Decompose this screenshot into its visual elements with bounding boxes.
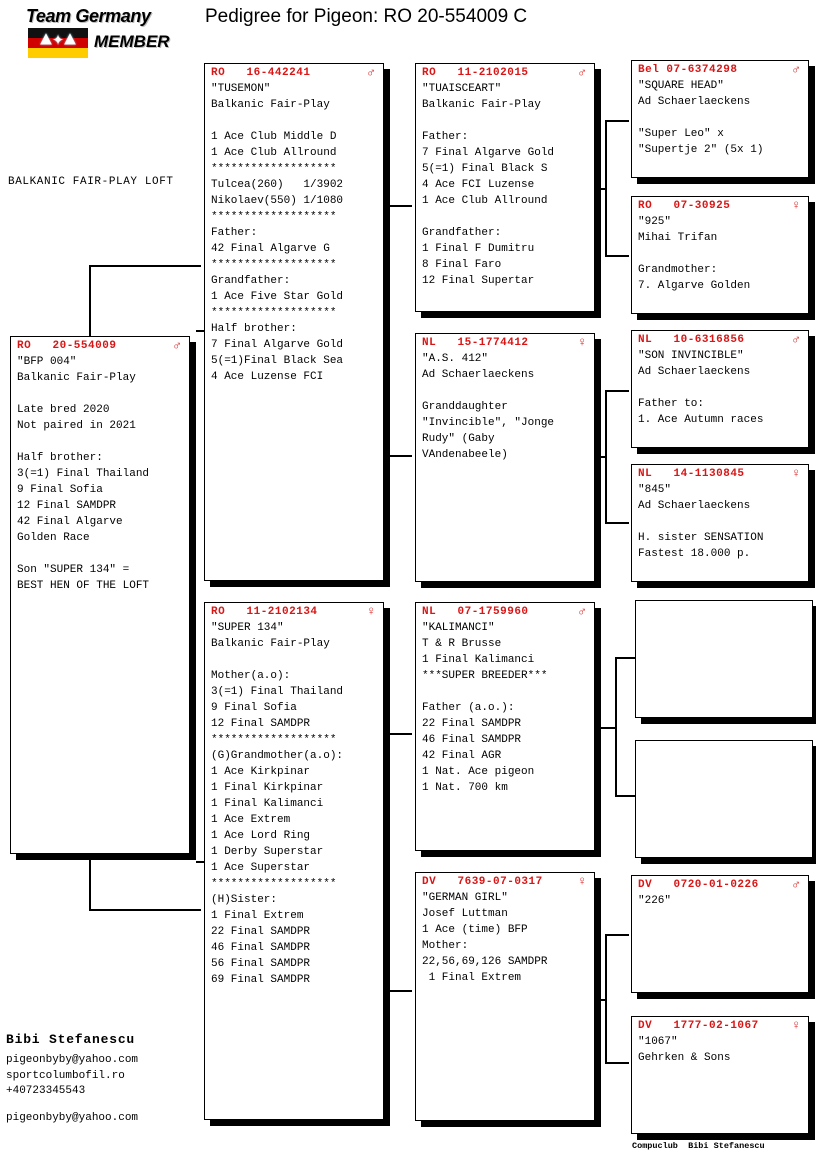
connector <box>384 455 412 457</box>
card-header: RO 11-2102134 ♀ <box>205 603 383 618</box>
card-great-grandfather-4[interactable]: DV 0720-01-0226 ♂ "226" <box>631 875 809 993</box>
contact-email-secondary[interactable]: pigeonbyby@yahoo.com <box>6 1111 206 1127</box>
card-body: "A.S. 412" Ad Schaerlaeckens Granddaught… <box>416 349 594 467</box>
sex-symbol-male: ♂ <box>578 606 588 617</box>
card-body: "SON INVINCIBLE" Ad Schaerlaeckens Fathe… <box>632 346 808 432</box>
card-header: NL 14-1130845 ♀ <box>632 465 808 480</box>
ring-number: RO 11-2102015 <box>422 67 529 79</box>
sex-symbol-male: ♂ <box>578 67 588 78</box>
card-mother[interactable]: RO 11-2102134 ♀ "SUPER 134" Balkanic Fai… <box>204 602 384 1120</box>
sex-symbol-male: ♂ <box>173 340 183 351</box>
card-header: DV 1777-02-1067 ♀ <box>632 1017 808 1032</box>
ring-number: RO 16-442241 <box>211 67 310 79</box>
sex-symbol-female: ♀ <box>792 468 802 479</box>
ring-number: DV 0720-01-0226 <box>638 879 759 891</box>
sex-symbol-female: ♀ <box>792 200 802 211</box>
card-header: NL 10-6316856 ♂ <box>632 331 808 346</box>
logo-team-text: Team Germany <box>26 6 151 27</box>
card-body: "1067" Gehrken & Sons <box>632 1032 808 1070</box>
eagle-icon: ▲✦▲ <box>32 30 84 52</box>
card-body: "BFP 004" Balkanic Fair-Play Late bred 2… <box>11 352 189 598</box>
card-header: DV 7639-07-0317 ♀ <box>416 873 594 888</box>
connector <box>599 727 616 729</box>
owner-name: Bibi Stefanescu <box>6 1032 206 1047</box>
pedigree-page: Team Germany ▲✦▲ MEMBER Pedigree for Pig… <box>0 0 816 1172</box>
connector <box>615 657 635 659</box>
connector <box>384 990 412 992</box>
connector <box>89 265 201 267</box>
connector <box>605 120 629 122</box>
ring-number: NL 14-1130845 <box>638 468 745 480</box>
ring-number: DV 1777-02-1067 <box>638 1020 759 1032</box>
ring-number: NL 07-1759960 <box>422 606 529 618</box>
connector <box>615 795 635 797</box>
team-germany-logo: Team Germany ▲✦▲ MEMBER <box>8 4 188 62</box>
logo-member-text: MEMBER <box>94 32 170 52</box>
sex-symbol-female: ♀ <box>578 876 588 887</box>
card-maternal-grandmother[interactable]: DV 7639-07-0317 ♀ "GERMAN GIRL" Josef Lu… <box>415 872 595 1121</box>
ring-number: RO 07-30925 <box>638 200 730 212</box>
card-great-grandmother-2[interactable]: NL 14-1130845 ♀ "845" Ad Schaerlaeckens … <box>631 464 809 582</box>
ring-number: NL 10-6316856 <box>638 334 745 346</box>
sex-symbol-female: ♀ <box>792 1020 802 1031</box>
contact-website[interactable]: sportcolumbofil.ro <box>6 1069 206 1085</box>
card-great-grandfather-2[interactable]: NL 10-6316856 ♂ "SON INVINCIBLE" Ad Scha… <box>631 330 809 448</box>
sex-symbol-male: ♂ <box>792 879 802 890</box>
card-body: "226" <box>632 891 808 913</box>
card-body: "TUSEMON" Balkanic Fair-Play 1 Ace Club … <box>205 79 383 389</box>
ring-number: RO 11-2102134 <box>211 606 318 618</box>
connector <box>384 733 412 735</box>
card-body: "KALIMANCI" T & R Brusse 1 Final Kaliman… <box>416 618 594 800</box>
ring-number: RO 20-554009 <box>17 340 116 352</box>
card-header: NL 07-1759960 ♂ <box>416 603 594 618</box>
card-great-grandfather-3[interactable] <box>635 600 813 718</box>
card-header: Bel 07-6374298 ♂ <box>632 61 808 76</box>
card-body: "SQUARE HEAD" Ad Schaerlaeckens "Super L… <box>632 76 808 162</box>
ring-number: Bel 07-6374298 <box>638 64 737 76</box>
loft-name: BALKANIC FAIR-PLAY LOFT <box>8 176 174 188</box>
copyright-notice: Compuclub  Bibi Stefanescu <box>632 1141 765 1151</box>
card-body <box>636 604 812 610</box>
card-header: RO 20-554009 ♂ <box>11 337 189 352</box>
ring-number: NL 15-1774412 <box>422 337 529 349</box>
card-header: DV 0720-01-0226 ♂ <box>632 876 808 891</box>
card-great-grandfather-1[interactable]: Bel 07-6374298 ♂ "SQUARE HEAD" Ad Schaer… <box>631 60 809 178</box>
connector <box>605 390 629 392</box>
contact-email[interactable]: pigeonbyby@yahoo.com <box>6 1053 206 1069</box>
sex-symbol-female: ♀ <box>367 606 377 617</box>
card-paternal-grandmother[interactable]: NL 15-1774412 ♀ "A.S. 412" Ad Schaerlaec… <box>415 333 595 582</box>
connector <box>605 522 629 524</box>
card-father[interactable]: RO 16-442241 ♂ "TUSEMON" Balkanic Fair-P… <box>204 63 384 581</box>
connector <box>89 909 201 911</box>
sex-symbol-female: ♀ <box>578 337 588 348</box>
ring-number: DV 7639-07-0317 <box>422 876 543 888</box>
card-maternal-grandfather[interactable]: NL 07-1759960 ♂ "KALIMANCI" T & R Brusse… <box>415 602 595 851</box>
footer-contact: Bibi Stefanescu pigeonbyby@yahoo.com spo… <box>6 1032 206 1126</box>
card-paternal-grandfather[interactable]: RO 11-2102015 ♂ "TUAISCEART" Balkanic Fa… <box>415 63 595 312</box>
card-header: RO 11-2102015 ♂ <box>416 64 594 79</box>
connector <box>384 205 412 207</box>
sex-symbol-male: ♂ <box>367 67 377 78</box>
connector <box>605 1062 629 1064</box>
sex-symbol-male: ♂ <box>792 64 802 75</box>
contact-phone: +40723345543 <box>6 1084 206 1100</box>
card-body: "925" Mihai Trifan Grandmother: 7. Algar… <box>632 212 808 298</box>
card-body: "SUPER 134" Balkanic Fair-Play Mother(a.… <box>205 618 383 992</box>
card-header: NL 15-1774412 ♀ <box>416 334 594 349</box>
connector <box>605 255 629 257</box>
card-body <box>636 744 812 750</box>
card-body: "GERMAN GIRL" Josef Luttman 1 Ace (time)… <box>416 888 594 990</box>
card-header: RO 07-30925 ♀ <box>632 197 808 212</box>
card-great-grandmother-3[interactable] <box>635 740 813 858</box>
card-great-grandmother-4[interactable]: DV 1777-02-1067 ♀ "1067" Gehrken & Sons <box>631 1016 809 1134</box>
connector <box>605 934 629 936</box>
card-subject[interactable]: RO 20-554009 ♂ "BFP 004" Balkanic Fair-P… <box>10 336 190 854</box>
page-title: Pedigree for Pigeon: RO 20-554009 C <box>205 6 527 28</box>
card-body: "TUAISCEART" Balkanic Fair-Play Father: … <box>416 79 594 293</box>
card-body: "845" Ad Schaerlaeckens H. sister SENSAT… <box>632 480 808 566</box>
footer-spacer <box>6 1100 206 1111</box>
card-header: RO 16-442241 ♂ <box>205 64 383 79</box>
sex-symbol-male: ♂ <box>792 334 802 345</box>
card-great-grandmother-1[interactable]: RO 07-30925 ♀ "925" Mihai Trifan Grandmo… <box>631 196 809 314</box>
